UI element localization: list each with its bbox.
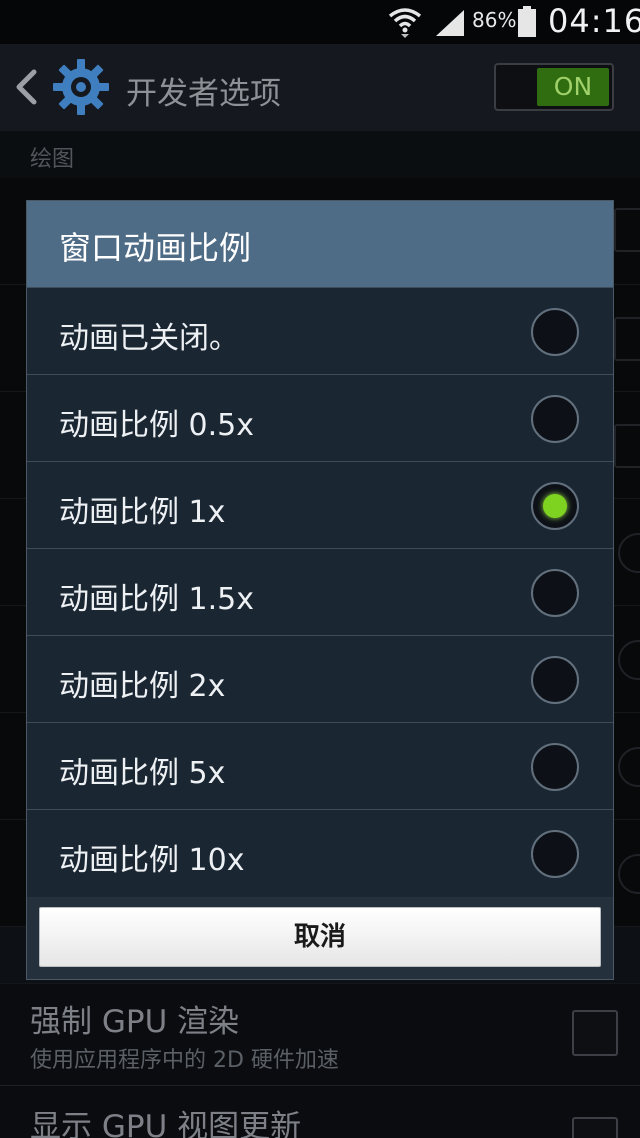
option-scale-10x[interactable]: 动画比例 10x: [27, 809, 613, 896]
row-title: 强制 GPU 渲染: [30, 1004, 240, 1040]
battery-percent: 86%: [472, 8, 517, 32]
radio-button[interactable]: [531, 656, 579, 704]
radio-selected-dot: [543, 494, 567, 518]
option-label: 动画已关闭。: [59, 321, 239, 356]
dialog-footer: 取消: [27, 897, 613, 979]
force-gpu-rendering-row[interactable]: 强制 GPU 渲染 使用应用程序中的 2D 硬件加速: [0, 984, 640, 1086]
wifi-icon: [388, 8, 422, 38]
status-bar: 86% 04:16: [0, 0, 640, 44]
back-arrow-icon[interactable]: [14, 68, 38, 106]
radio-button[interactable]: [531, 308, 579, 356]
option-scale-0-5x[interactable]: 动画比例 0.5x: [27, 374, 613, 461]
radio-button[interactable]: [531, 569, 579, 617]
cancel-button[interactable]: 取消: [39, 907, 601, 967]
radio-button-selected[interactable]: [531, 482, 579, 530]
option-animation-off[interactable]: 动画已关闭。: [27, 287, 613, 374]
action-bar: 开发者选项 ON: [0, 44, 640, 130]
option-scale-1x[interactable]: 动画比例 1x: [27, 461, 613, 548]
option-label: 动画比例 1x: [59, 495, 226, 530]
dialog-title: 窗口动画比例: [59, 229, 252, 267]
option-scale-2x[interactable]: 动画比例 2x: [27, 635, 613, 722]
clock: 04:16: [548, 2, 640, 40]
window-animation-scale-dialog: 窗口动画比例 动画已关闭。 动画比例 0.5x 动画比例 1x 动画比例 1.5…: [26, 200, 614, 980]
row-subtitle: 使用应用程序中的 2D 硬件加速: [30, 1048, 339, 1073]
toggle-on-label: ON: [537, 68, 609, 106]
show-gpu-checkbox[interactable]: [572, 1117, 618, 1138]
option-label: 动画比例 10x: [59, 843, 245, 878]
option-label: 动画比例 0.5x: [59, 408, 254, 443]
force-gpu-checkbox[interactable]: [572, 1010, 618, 1056]
show-gpu-updates-row[interactable]: 显示 GPU 视图更新: [0, 1087, 640, 1138]
option-label: 动画比例 5x: [59, 756, 226, 791]
option-label: 动画比例 1.5x: [59, 582, 254, 617]
developer-options-toggle[interactable]: ON: [494, 63, 614, 111]
radio-button[interactable]: [531, 395, 579, 443]
battery-icon: [518, 6, 536, 37]
page-title: 开发者选项: [126, 76, 281, 112]
option-label: 动画比例 2x: [59, 669, 226, 704]
radio-button[interactable]: [531, 743, 579, 791]
radio-button[interactable]: [531, 830, 579, 878]
signal-icon: [436, 10, 464, 36]
dialog-header: 窗口动画比例: [27, 201, 613, 287]
screen: 86% 04:16 开发者选项 ON 绘图 强制 GPU 渲染 使用应用程序中的…: [0, 0, 640, 1138]
gear-icon: [53, 59, 109, 115]
option-scale-5x[interactable]: 动画比例 5x: [27, 722, 613, 809]
option-scale-1-5x[interactable]: 动画比例 1.5x: [27, 548, 613, 635]
row-title: 显示 GPU 视图更新: [30, 1109, 302, 1138]
